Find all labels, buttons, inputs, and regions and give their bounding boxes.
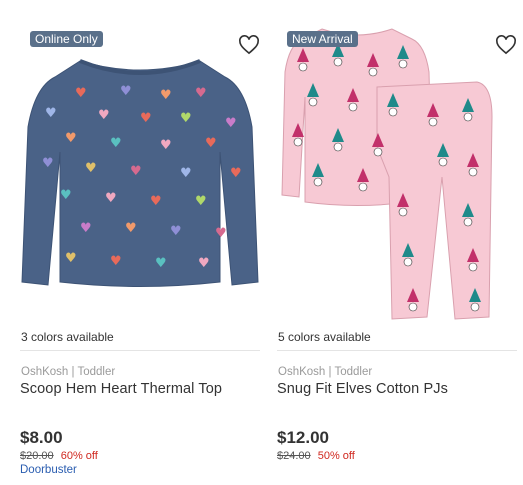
svg-text:♥: ♥ xyxy=(180,111,192,126)
divider xyxy=(277,350,517,351)
colors-available: 5 colors available xyxy=(278,330,371,344)
svg-text:♥: ♥ xyxy=(65,131,77,146)
original-price: $24.00 xyxy=(277,450,311,462)
price-comparison: $20.00 60% off xyxy=(20,450,98,462)
promo-label: Doorbuster xyxy=(20,464,77,476)
divider xyxy=(20,350,260,351)
heart-outline-icon[interactable] xyxy=(495,35,517,55)
online-only-badge: Online Only xyxy=(30,31,103,47)
svg-text:♥: ♥ xyxy=(125,221,137,236)
svg-text:♥: ♥ xyxy=(110,254,122,269)
svg-text:♥: ♥ xyxy=(75,86,87,101)
product-card[interactable]: Online Only ♥ ♥ ♥ ♥ ♥ ♥ ♥ ♥ ♥ ♥ ♥ ♥ ♥ ♥ xyxy=(20,0,260,485)
product-title-link[interactable]: Snug Fit Elves Cotton PJs xyxy=(277,381,448,397)
svg-text:♥: ♥ xyxy=(195,86,207,101)
svg-text:♥: ♥ xyxy=(65,251,77,266)
svg-text:♥: ♥ xyxy=(80,221,92,236)
svg-text:♥: ♥ xyxy=(205,136,217,151)
svg-text:♥: ♥ xyxy=(110,136,122,151)
brand-label: OshKosh | Toddler xyxy=(278,366,373,378)
new-arrival-badge: New Arrival xyxy=(287,31,358,47)
svg-text:♥: ♥ xyxy=(198,256,210,271)
svg-text:♥: ♥ xyxy=(120,84,132,99)
svg-text:♥: ♥ xyxy=(155,256,167,271)
svg-text:♥: ♥ xyxy=(42,156,54,171)
svg-text:♥: ♥ xyxy=(45,106,57,121)
svg-text:♥: ♥ xyxy=(60,188,72,203)
svg-text:♥: ♥ xyxy=(130,164,142,179)
svg-text:♥: ♥ xyxy=(180,166,192,181)
pajama-set-image xyxy=(281,28,493,320)
svg-text:♥: ♥ xyxy=(195,194,207,209)
product-card[interactable]: New Arrival 5 colors available OshKosh |… xyxy=(277,0,517,485)
discount-label: 60% off xyxy=(60,450,98,462)
svg-text:♥: ♥ xyxy=(85,161,97,176)
svg-text:♥: ♥ xyxy=(160,88,172,103)
product-image[interactable]: New Arrival xyxy=(277,27,517,327)
sale-price: $8.00 xyxy=(20,428,63,447)
discount-label: 50% off xyxy=(317,450,355,462)
svg-text:♥: ♥ xyxy=(98,108,110,123)
brand-label: OshKosh | Toddler xyxy=(21,366,116,378)
colors-available: 3 colors available xyxy=(21,330,114,344)
original-price: $20.00 xyxy=(20,450,54,462)
svg-text:♥: ♥ xyxy=(170,224,182,239)
sale-price: $12.00 xyxy=(277,428,329,447)
svg-text:♥: ♥ xyxy=(160,138,172,153)
product-image[interactable]: Online Only ♥ ♥ ♥ ♥ ♥ ♥ ♥ ♥ ♥ ♥ ♥ ♥ ♥ ♥ xyxy=(20,27,260,327)
svg-text:♥: ♥ xyxy=(230,166,242,181)
svg-text:♥: ♥ xyxy=(105,191,117,206)
heart-outline-icon[interactable] xyxy=(238,35,260,55)
svg-text:♥: ♥ xyxy=(150,194,162,209)
svg-text:♥: ♥ xyxy=(215,226,227,241)
product-title-link[interactable]: Scoop Hem Heart Thermal Top xyxy=(20,381,222,397)
thermal-top-image: ♥ ♥ ♥ ♥ ♥ ♥ ♥ ♥ ♥ ♥ ♥ ♥ ♥ ♥ ♥ ♥ ♥ ♥ ♥ ♥ xyxy=(21,59,259,287)
price-comparison: $24.00 50% off xyxy=(277,450,355,462)
svg-text:♥: ♥ xyxy=(140,111,152,126)
svg-text:♥: ♥ xyxy=(225,116,237,131)
